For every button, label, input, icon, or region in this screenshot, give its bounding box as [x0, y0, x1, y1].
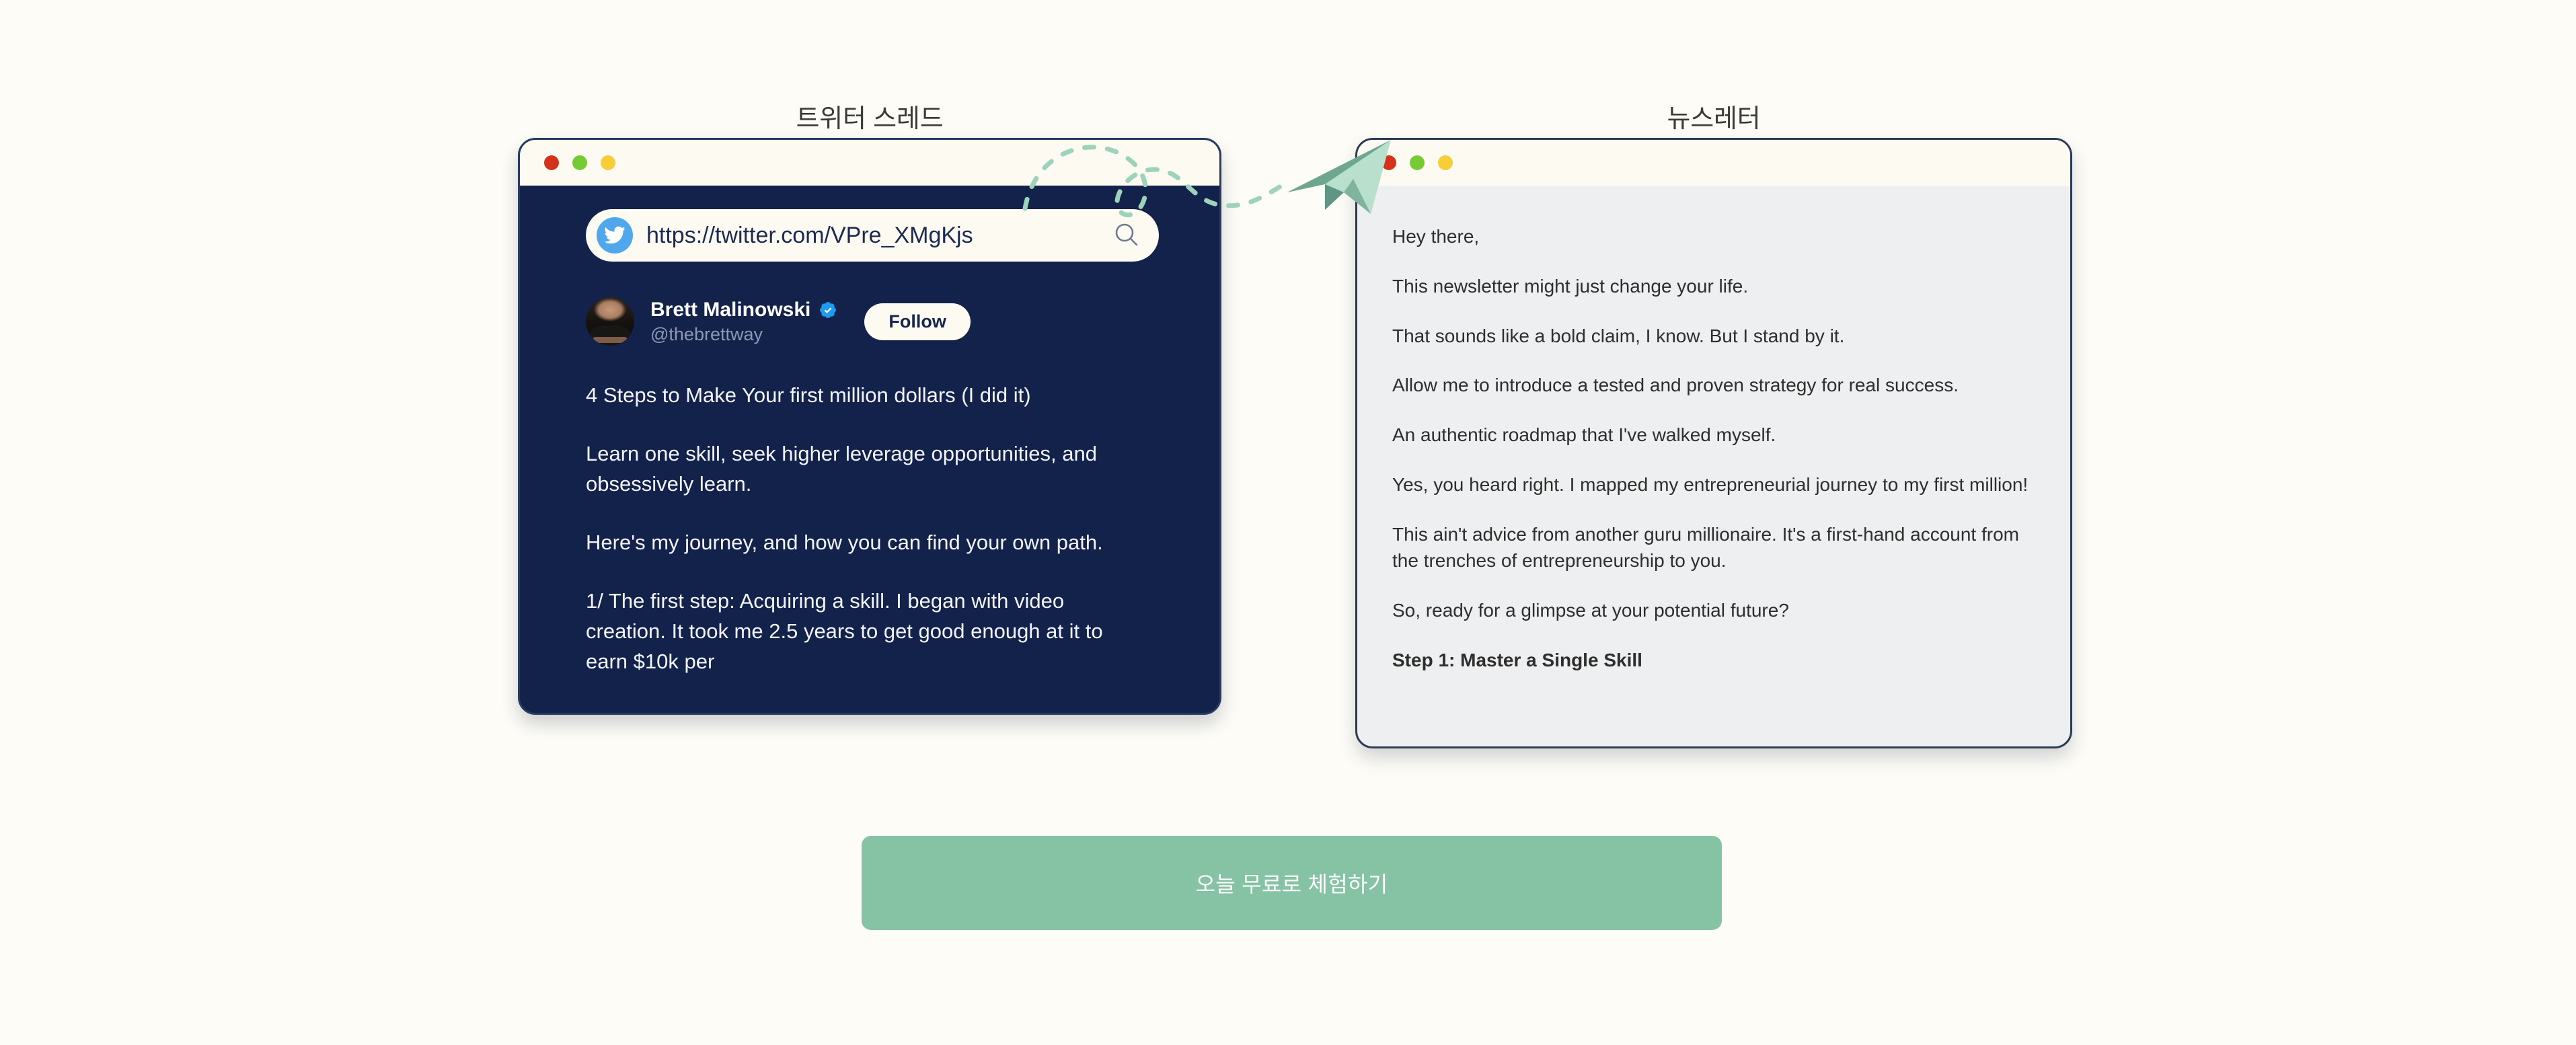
- close-window-dot[interactable]: [544, 155, 559, 170]
- tweet-author-row: Brett Malinowski @thebrettway Follow: [586, 297, 971, 346]
- tweet-paragraph: 1/ The first step: Acquiring a skill. I …: [586, 588, 1103, 673]
- newsletter-paragraph: Yes, you heard right. I mapped my entrep…: [1392, 473, 2029, 495]
- newsletter-paragraph: That sounds like a bold claim, I know. B…: [1392, 325, 1845, 346]
- newsletter-paragraph: This newsletter might just change your l…: [1392, 275, 1749, 297]
- paper-plane-icon: [1287, 140, 1391, 214]
- tweet-paragraph: 4 Steps to Make Your first million dolla…: [586, 383, 1031, 407]
- newsletter-window-titlebar: [1357, 140, 2070, 186]
- maximize-window-dot[interactable]: [572, 155, 587, 170]
- author-names: Brett Malinowski @thebrettway: [650, 299, 837, 345]
- follow-button[interactable]: Follow: [864, 303, 971, 340]
- newsletter-paragraph: Hey there,: [1392, 226, 1480, 247]
- newsletter-panel-caption: 뉴스레터: [1667, 105, 1761, 133]
- newsletter-paragraph: An authentic roadmap that I've walked my…: [1392, 424, 1776, 445]
- tweet-paragraph: Here's my journey, and how you can find …: [586, 530, 1103, 554]
- dashed-trail-icon: [1022, 145, 1289, 218]
- author-handle: @thebrettway: [650, 323, 763, 344]
- newsletter-content: Hey there, This newsletter might just ch…: [1357, 186, 2070, 746]
- newsletter-paragraph: This ain't advice from another guru mill…: [1392, 523, 2019, 572]
- newsletter-paragraph: Allow me to introduce a tested and prove…: [1392, 375, 1959, 396]
- avatar[interactable]: [586, 297, 634, 346]
- tweet-paragraph: Learn one skill, seek higher leverage op…: [586, 441, 1097, 496]
- author-display-name: Brett Malinowski: [650, 298, 811, 321]
- minimize-window-dot[interactable]: [1438, 155, 1453, 170]
- minimize-window-dot[interactable]: [601, 155, 615, 170]
- tweet-text: 4 Steps to Make Your first million dolla…: [586, 381, 1145, 677]
- verified-badge-icon: [819, 301, 837, 319]
- twitter-bird-icon: [597, 217, 633, 254]
- connector-graphic: [1022, 140, 1391, 218]
- newsletter-step-heading: Step 1: Master a Single Skill: [1392, 649, 1642, 670]
- free-trial-cta-button[interactable]: 오늘 무료로 체험하기: [862, 836, 1722, 930]
- newsletter-paragraph: So, ready for a glimpse at your potentia…: [1392, 600, 1789, 621]
- page-root: 트위터 스레드 뉴스레터 https://twitter.com/VPre_XM…: [0, 0, 2576, 1045]
- newsletter-window: Hey there, This newsletter might just ch…: [1355, 138, 2072, 748]
